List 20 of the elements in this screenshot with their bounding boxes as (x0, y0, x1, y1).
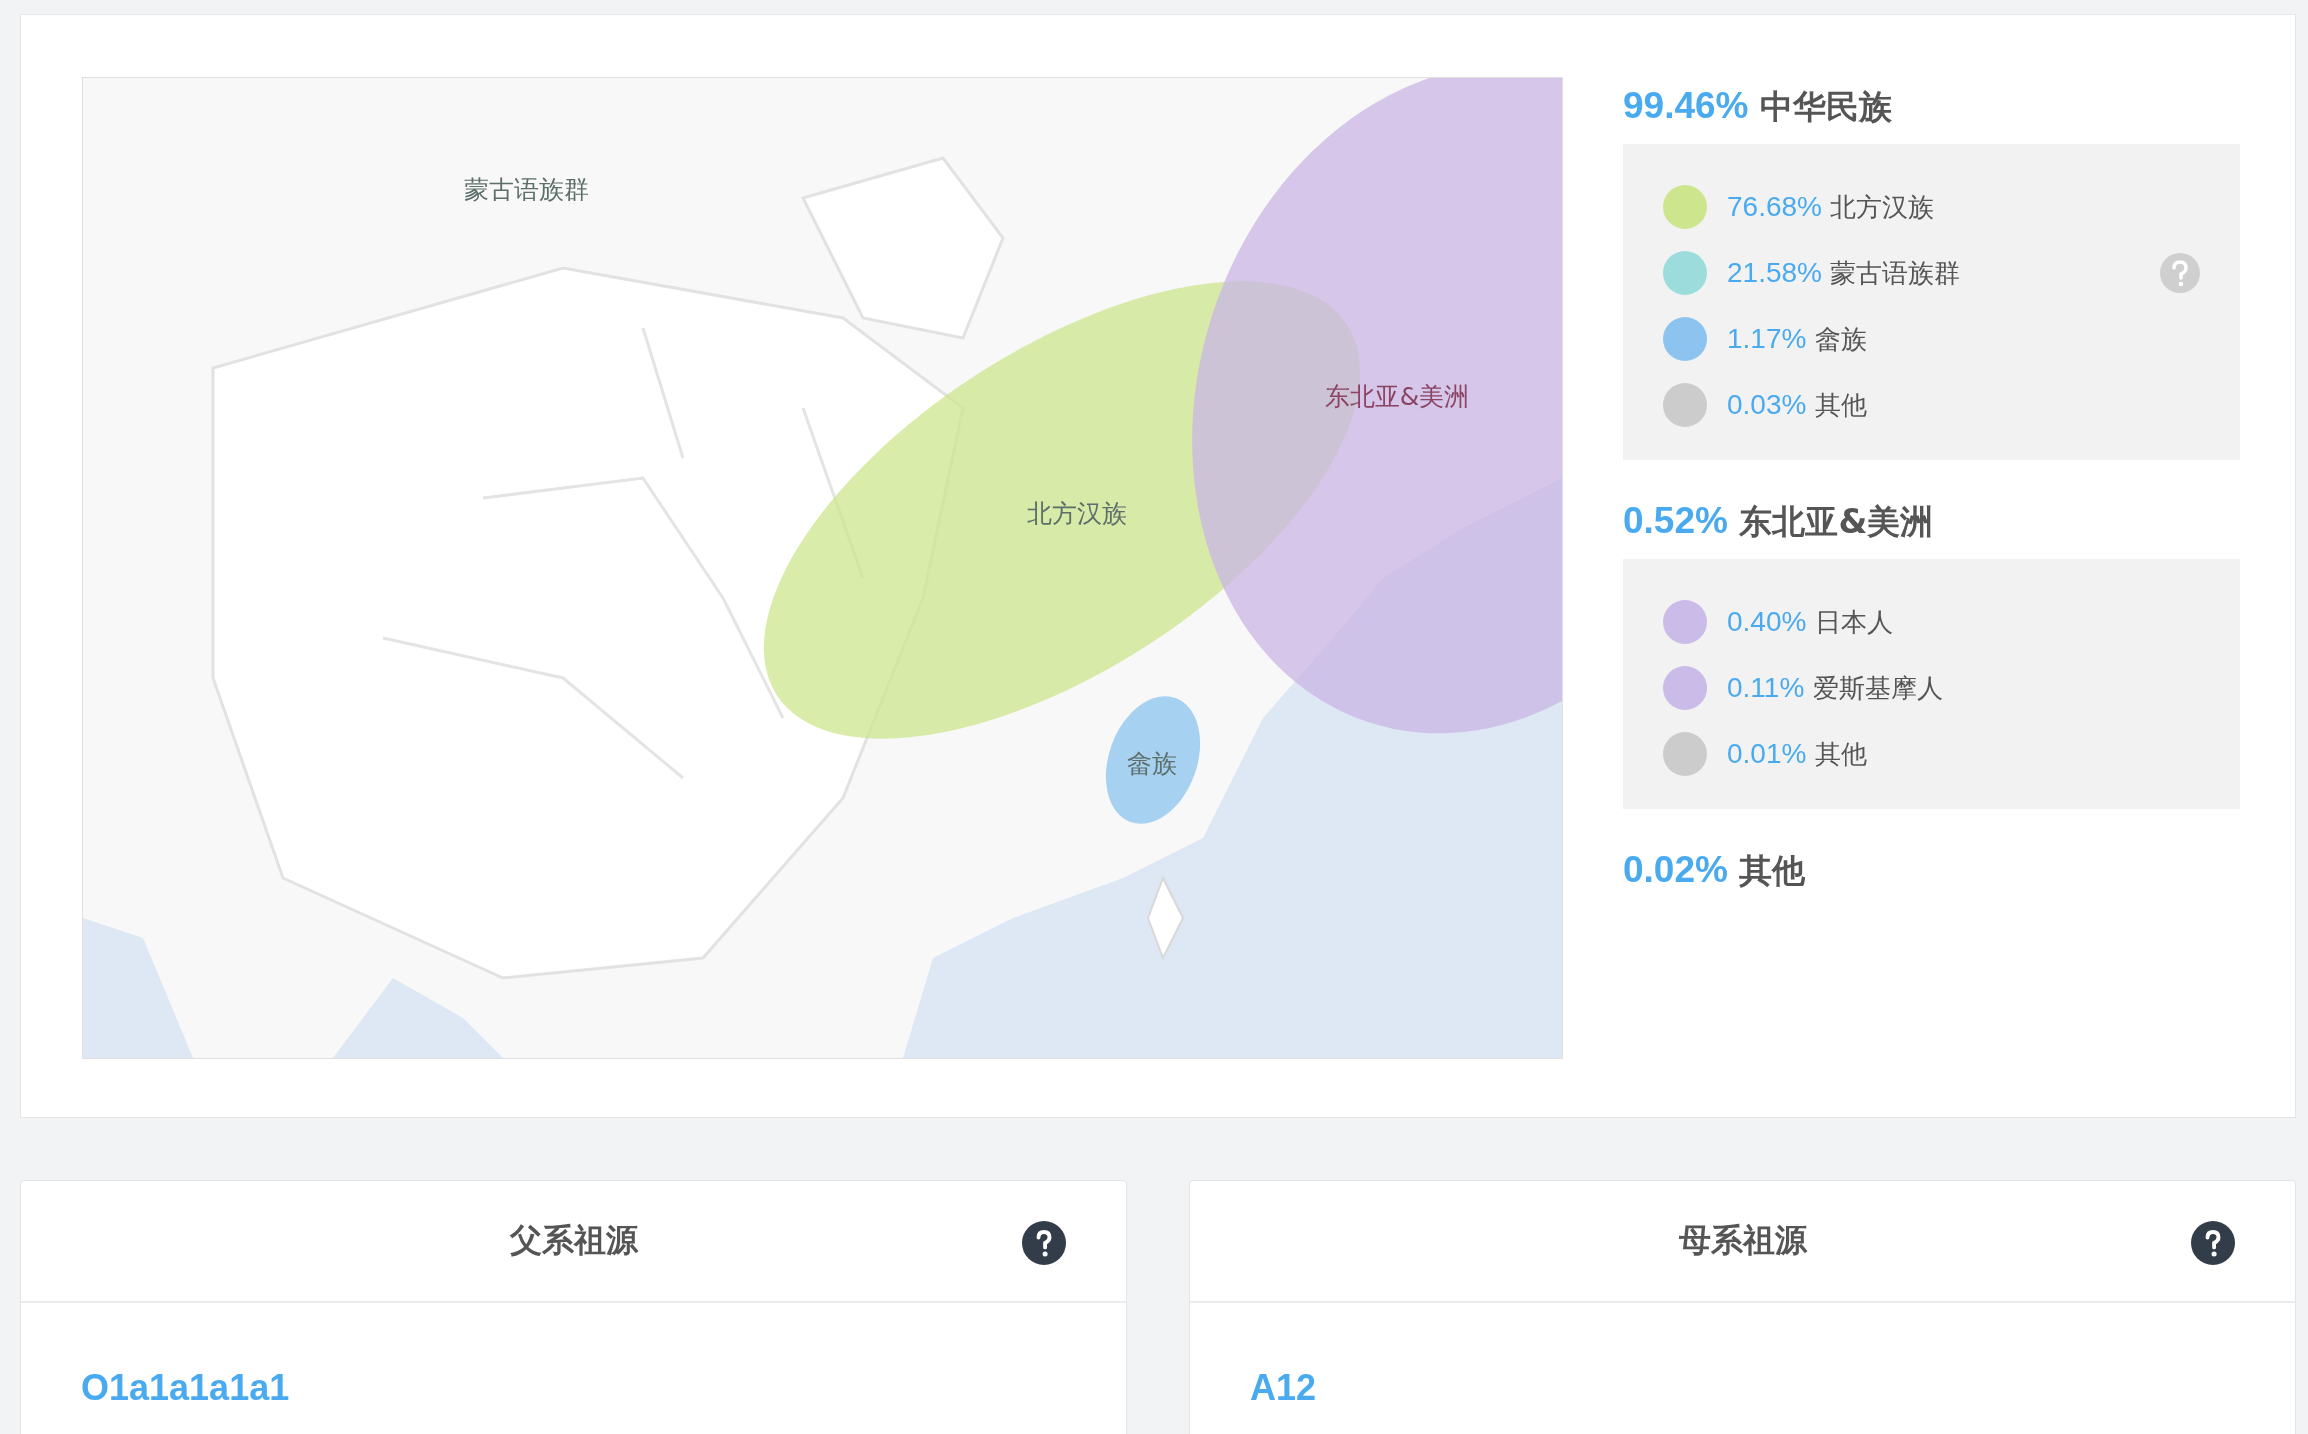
card-title: 母系祖源 (1678, 1220, 1807, 1261)
legend-label: 1.17% 畲族 (1727, 321, 1868, 356)
region-label: 蒙古语族群 (463, 173, 589, 206)
help-icon[interactable] (1022, 1221, 1066, 1265)
haplogroup-link[interactable]: A12 (1250, 1367, 1317, 1408)
haplogroup-link[interactable]: O1a1a1a1a1 (81, 1367, 290, 1408)
legend-label: 76.68% 北方汉族 (1727, 189, 1936, 224)
legend-label: 0.01% 其他 (1727, 736, 1868, 771)
region-label: 东北亚&美洲 (1324, 380, 1470, 413)
group-heading: 99.46% 中华民族 (1623, 85, 1893, 128)
legend-label: 0.03% 其他 (1727, 387, 1868, 422)
group-heading: 0.52% 东北亚&美洲 (1623, 500, 1935, 543)
card-title: 父系祖源 (509, 1220, 638, 1261)
legend-label: 0.11% 爱斯基摩人 (1727, 670, 1944, 705)
group-heading: 0.02% 其他 (1623, 849, 1807, 892)
legend-label: 21.58% 蒙古语族群 (1727, 255, 1962, 290)
help-icon[interactable] (2191, 1221, 2235, 1265)
region-label: 畲族 (1127, 747, 1177, 780)
legend-label: 0.40% 日本人 (1727, 604, 1894, 639)
region-label: 北方汉族 (1027, 497, 1127, 530)
